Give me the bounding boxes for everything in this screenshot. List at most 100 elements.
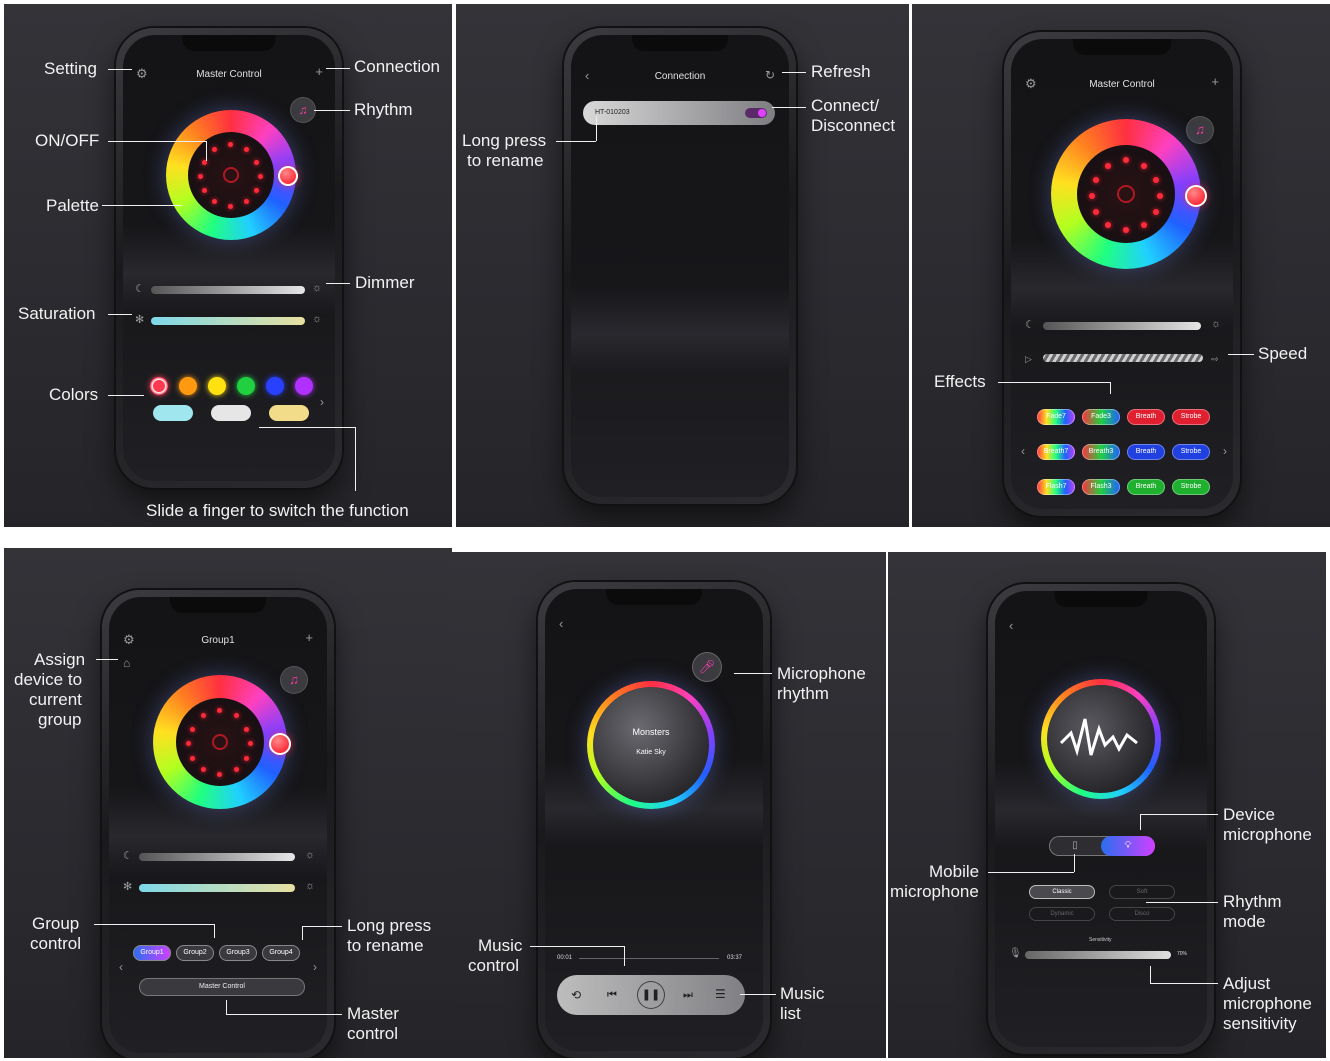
notch [1054,591,1148,607]
device-mic-option[interactable]: 💡︎ [1101,836,1155,856]
rhythm-mode-option[interactable]: Dynamic [1029,907,1095,921]
plus-icon[interactable]: + [1211,75,1219,88]
rhythm-button[interactable]: ♫ [281,667,307,693]
back-arrow-icon[interactable]: ‹ [1009,619,1013,632]
notch [170,597,266,613]
effect-button[interactable]: Breath7 [1037,444,1075,460]
palette-ring[interactable] [153,675,287,809]
repeat-icon[interactable]: ⟲ [571,989,581,1002]
effect-button[interactable]: Fade7 [1037,409,1075,425]
color-swatch[interactable] [295,377,313,395]
effect-button[interactable]: Strobe [1172,409,1210,425]
led-dot [217,708,222,713]
preset-swatch[interactable] [153,405,193,421]
led-dot [254,160,259,165]
rhythm-button[interactable]: ♫ [291,98,315,122]
master-control-button[interactable]: Master Control [139,978,305,996]
effect-button[interactable]: Breath [1127,444,1165,460]
color-swatch[interactable] [208,377,226,395]
preset-swatch[interactable] [269,405,309,421]
onoff-center[interactable] [188,132,274,218]
back-arrow-icon[interactable]: ‹ [559,617,563,630]
rhythm-mode-option[interactable]: Classic [1029,885,1095,899]
connect-toggle[interactable] [745,108,767,118]
notch [182,35,276,51]
callout-setting: Setting [44,59,97,78]
group-tab[interactable]: Group2 [176,945,214,961]
dimmer-slider[interactable] [1043,322,1201,330]
palette-ring[interactable] [1051,119,1201,269]
chevron-left-icon[interactable]: ‹ [119,961,123,974]
effect-button[interactable]: Strobe [1172,444,1210,460]
color-swatch[interactable] [179,377,197,395]
callout-refresh: Refresh [811,62,871,81]
color-swatch[interactable] [237,377,255,395]
saturation-slider[interactable] [151,317,305,325]
palette-knob[interactable] [278,166,298,186]
visualizer-ring [1041,679,1161,799]
power-icon [212,734,228,750]
led-dot [1123,227,1129,233]
next-icon[interactable]: ⏭︎ [683,989,693,1002]
effect-button[interactable]: Breath3 [1082,444,1120,460]
palette-knob[interactable] [269,733,291,755]
chevron-right-icon[interactable]: › [313,961,317,974]
callout-group: control [30,934,82,953]
refresh-icon[interactable]: ↻ [765,69,775,82]
palette-ring[interactable] [166,110,296,240]
callout-assign: Assign [34,650,86,669]
leader-line [302,926,342,927]
led-dot [258,174,263,179]
dimmer-slider[interactable] [151,286,305,294]
device-row[interactable]: HT-010203 [583,101,775,125]
pause-button[interactable]: ❚❚ [637,981,665,1009]
playlist-icon[interactable]: ☰ [715,988,726,1001]
plus-icon[interactable]: + [315,65,323,78]
home-icon[interactable]: ⌂ [123,657,130,670]
dimmer-slider[interactable] [139,853,295,861]
phone-screen: ⚙ Master Control + ♫ [123,35,335,481]
microphone-rhythm-button[interactable]: 🎤︎ [693,653,721,681]
sun-icon: ☼ [305,849,316,861]
rhythm-button[interactable]: ♫ [1187,117,1213,143]
group-tab[interactable]: Group1 [133,945,171,961]
callout-longpress: Long press [347,916,432,935]
notch [606,589,702,605]
mic-source-toggle: ▯ 💡︎ [1049,836,1155,856]
toggle-knob [758,109,766,117]
rhythm-mode-option[interactable]: Disco [1109,907,1175,921]
mobile-mic-option[interactable]: ▯ [1049,836,1101,856]
onoff-center[interactable] [176,698,264,786]
album-art: Monsters Katie Sky [593,687,709,803]
group-tab[interactable]: Group3 [219,945,257,961]
group-tab[interactable]: Group4 [262,945,300,961]
effect-button[interactable]: Breath [1127,479,1165,495]
effect-button[interactable]: Flash7 [1037,479,1075,495]
chevron-right-icon[interactable]: › [320,396,324,409]
onoff-center[interactable] [1077,145,1175,243]
previous-icon[interactable]: ⏮︎ [607,989,617,1002]
chevron-left-icon[interactable]: ‹ [1021,445,1025,458]
chevron-right-icon[interactable]: › [1223,445,1227,458]
callout-rename: to rename [347,936,424,955]
effect-button[interactable]: Breath [1127,409,1165,425]
effect-button[interactable]: Fade3 [1082,409,1120,425]
saturation-slider[interactable] [139,884,295,892]
sensitivity-slider[interactable] [1025,951,1171,959]
progress-bar[interactable] [579,958,719,959]
palette-knob[interactable] [1185,185,1207,207]
moon-icon: ☾ [135,283,145,295]
callout-longpress: Long press [462,131,547,150]
led-dot [234,767,239,772]
speed-slider[interactable] [1043,354,1203,362]
plus-icon[interactable]: + [305,631,313,644]
notch [1073,39,1171,55]
color-swatch[interactable] [150,377,168,395]
panel-connection: ‹ Connection ↻ HT-010203 Refresh Connect… [456,4,909,527]
effect-button[interactable]: Flash3 [1082,479,1120,495]
color-swatch[interactable] [266,377,284,395]
preset-swatch[interactable] [211,405,251,421]
effect-button[interactable]: Strobe [1172,479,1210,495]
callout-master: Master [347,1004,399,1023]
rhythm-mode-option[interactable]: Soft [1109,885,1175,899]
